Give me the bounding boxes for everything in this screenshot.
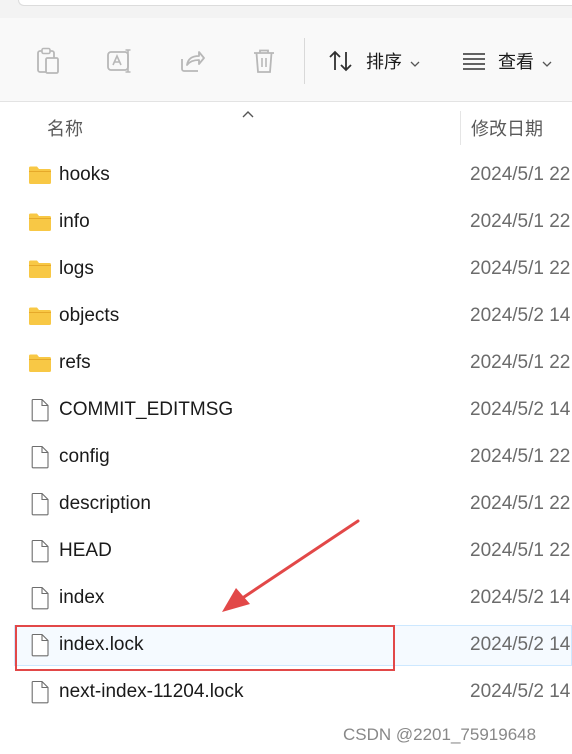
rename-icon[interactable] [105, 46, 135, 76]
file-name: info [59, 211, 90, 232]
view-label: 查看 [498, 52, 534, 72]
file-row[interactable]: objects 2024/5/2 14 [0, 293, 572, 340]
view-button[interactable]: 查看 [462, 45, 552, 77]
file-icon [28, 586, 52, 610]
folder-icon [28, 257, 52, 281]
file-icon [28, 398, 52, 422]
folder-icon [28, 163, 52, 187]
file-name: objects [59, 305, 120, 326]
file-name: logs [59, 258, 94, 279]
folder-icon [28, 304, 52, 328]
file-row[interactable]: next-index-11204.lock 2024/5/2 14 [0, 669, 572, 716]
sort-label: 排序 [366, 52, 402, 72]
sort-button[interactable]: 排序 [328, 45, 420, 77]
file-name: refs [59, 352, 91, 373]
file-name: config [59, 446, 110, 467]
sort-ascending-icon [241, 105, 255, 123]
delete-icon[interactable] [249, 46, 279, 76]
sort-icon [328, 49, 354, 73]
file-row[interactable]: config 2024/5/1 22 [0, 434, 572, 481]
view-list-icon [462, 52, 486, 70]
paste-icon[interactable] [33, 46, 63, 76]
file-row[interactable]: refs 2024/5/1 22 [0, 340, 572, 387]
watermark: CSDN @2201_75919648 [343, 725, 537, 744]
address-bar-strip [0, 0, 572, 18]
file-row[interactable]: logs 2024/5/1 22 [0, 246, 572, 293]
file-date: 2024/5/2 14 [470, 634, 571, 655]
file-date: 2024/5/1 22 [470, 211, 571, 232]
column-divider[interactable] [460, 111, 461, 145]
address-bar[interactable] [18, 0, 572, 6]
annotation-highlight-box [15, 625, 395, 671]
file-row[interactable]: description 2024/5/1 22 [0, 481, 572, 528]
file-name: HEAD [59, 540, 112, 561]
column-header-name[interactable]: 名称 [47, 115, 83, 141]
file-date: 2024/5/2 14 [470, 399, 571, 420]
file-date: 2024/5/1 22 [470, 258, 571, 279]
file-name: COMMIT_EDITMSG [59, 399, 234, 420]
file-date: 2024/5/2 14 [470, 305, 571, 326]
file-date: 2024/5/1 22 [470, 352, 571, 373]
file-date: 2024/5/2 14 [470, 681, 571, 702]
toolbar-separator [304, 38, 305, 84]
chevron-down-icon [542, 51, 552, 72]
column-header: 名称 修改日期 [0, 103, 572, 149]
file-icon [28, 539, 52, 563]
column-header-date[interactable]: 修改日期 [471, 115, 543, 141]
folder-icon [28, 351, 52, 375]
share-icon[interactable] [177, 46, 207, 76]
file-row[interactable]: info 2024/5/1 22 [0, 199, 572, 246]
file-date: 2024/5/1 22 [470, 164, 571, 185]
file-date: 2024/5/1 22 [470, 493, 571, 514]
file-name: description [59, 493, 151, 514]
file-name: next-index-11204.lock [59, 681, 244, 702]
file-name: index [59, 587, 105, 608]
chevron-down-icon [410, 51, 420, 72]
file-row[interactable]: HEAD 2024/5/1 22 [0, 528, 572, 575]
file-icon [28, 492, 52, 516]
file-row[interactable]: index 2024/5/2 14 [0, 575, 572, 622]
file-date: 2024/5/2 14 [470, 587, 571, 608]
file-icon [28, 445, 52, 469]
file-icon [28, 680, 52, 704]
file-row[interactable]: hooks 2024/5/1 22 [0, 152, 572, 199]
command-bar: 排序 查看 [0, 18, 572, 102]
file-date: 2024/5/1 22 [470, 446, 571, 467]
file-row[interactable]: COMMIT_EDITMSG 2024/5/2 14 [0, 387, 572, 434]
folder-icon [28, 210, 52, 234]
file-date: 2024/5/1 22 [470, 540, 571, 561]
file-name: hooks [59, 164, 110, 185]
